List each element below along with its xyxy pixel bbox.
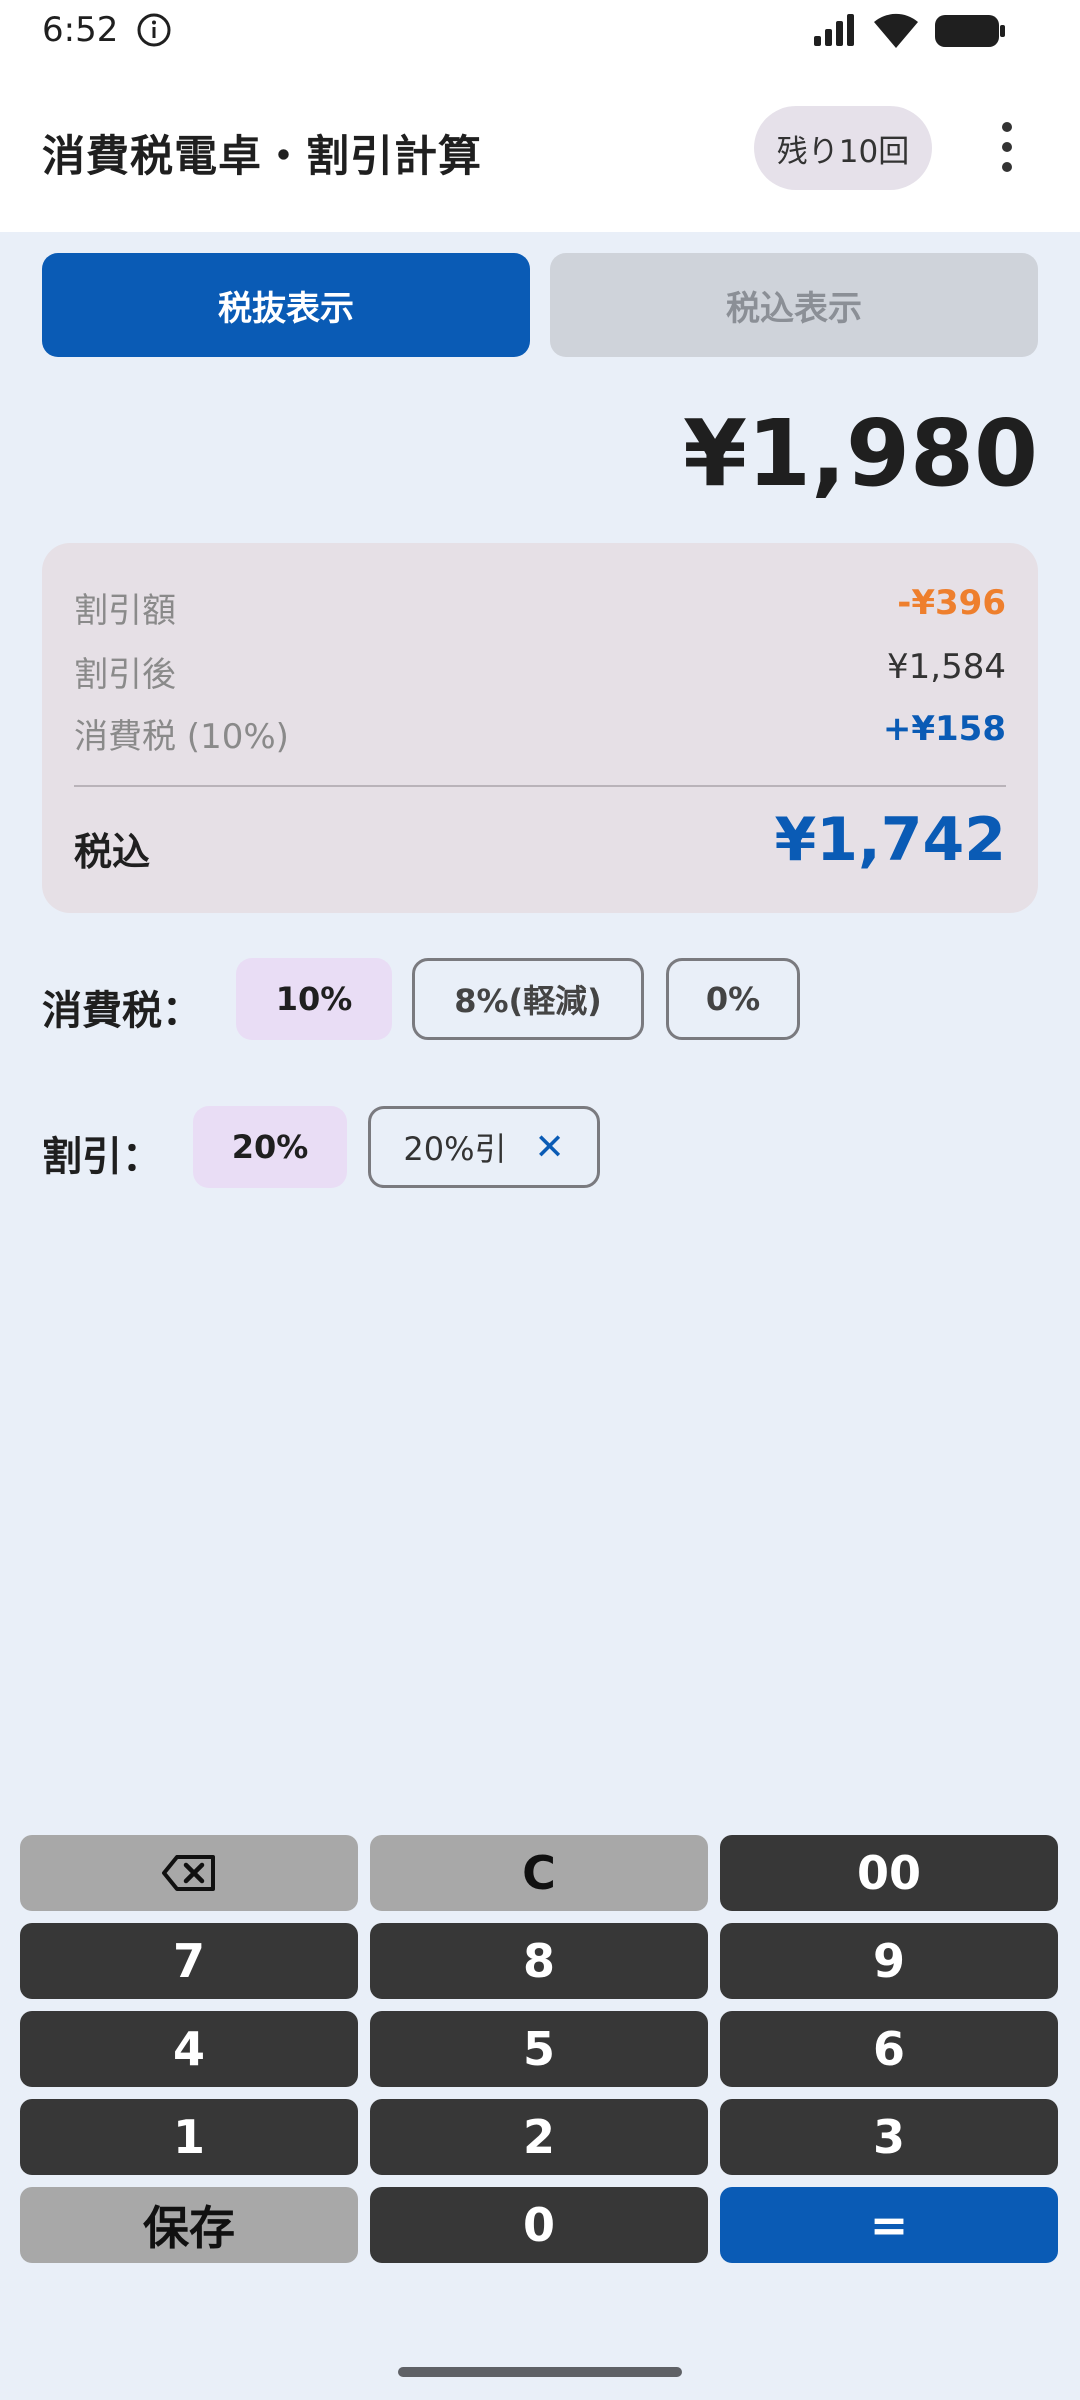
- signal-icon: [814, 14, 854, 46]
- key-3[interactable]: 3: [720, 2099, 1058, 2175]
- total-label: 税込: [74, 830, 151, 874]
- key-4[interactable]: 4: [20, 2011, 358, 2087]
- tax-amount-value: +¥158: [882, 709, 1006, 749]
- tax-rate-chip-0[interactable]: 0%: [666, 958, 800, 1040]
- summary-card: 割引額 -¥396 割引後 ¥1,584 消費税 (10%) +¥158 税込 …: [42, 543, 1038, 913]
- tax-rate-chip-10[interactable]: 10%: [236, 958, 392, 1040]
- applied-discount-label: 20%引: [403, 1130, 507, 1168]
- tax-amount-label: 消費税 (10%): [74, 717, 289, 757]
- key-9[interactable]: 9: [720, 1923, 1058, 1999]
- discount-chip-20[interactable]: 20%: [193, 1106, 347, 1188]
- key-7[interactable]: 7: [20, 1923, 358, 1999]
- battery-icon: [935, 15, 1005, 47]
- key-0[interactable]: 0: [370, 2187, 708, 2263]
- status-bar: 6:52: [0, 0, 1080, 70]
- tax-rate-chip-8-reduced[interactable]: 8%(軽減): [412, 958, 644, 1040]
- tax-rate-label: 消費税：: [42, 988, 202, 1034]
- key-2[interactable]: 2: [370, 2099, 708, 2175]
- discount-amount-label: 割引額: [74, 591, 176, 631]
- wifi-icon: [874, 13, 918, 49]
- status-time: 6:52: [42, 10, 119, 50]
- applied-discount-chip[interactable]: 20%引 ✕: [368, 1106, 600, 1188]
- input-amount-display: ¥1,980: [682, 400, 1038, 507]
- remaining-count-chip[interactable]: 残り10回: [754, 106, 932, 190]
- key-6[interactable]: 6: [720, 2011, 1058, 2087]
- key-8[interactable]: 8: [370, 1923, 708, 1999]
- key-1[interactable]: 1: [20, 2099, 358, 2175]
- after-discount-value: ¥1,584: [887, 647, 1006, 687]
- info-icon: [137, 13, 171, 47]
- close-icon[interactable]: ✕: [534, 1127, 564, 1168]
- after-discount-label: 割引後: [74, 655, 176, 695]
- tax-included-mode-button[interactable]: 税込表示: [550, 253, 1038, 357]
- more-vert-icon[interactable]: [990, 118, 1024, 176]
- total-value: ¥1,742: [774, 805, 1006, 875]
- backspace-icon: [162, 1855, 215, 1891]
- app-bar: 消費税電卓・割引計算 残り10回: [0, 70, 1080, 232]
- save-key[interactable]: 保存: [20, 2187, 358, 2263]
- discount-amount-value: -¥396: [897, 583, 1006, 623]
- key-00[interactable]: 00: [720, 1835, 1058, 1911]
- backspace-key[interactable]: [20, 1835, 358, 1911]
- summary-divider: [74, 785, 1006, 787]
- key-5[interactable]: 5: [370, 2011, 708, 2087]
- clear-key[interactable]: C: [370, 1835, 708, 1911]
- equals-key[interactable]: =: [720, 2187, 1058, 2263]
- home-indicator[interactable]: [398, 2367, 682, 2377]
- app-title: 消費税電卓・割引計算: [42, 132, 482, 182]
- tax-excluded-mode-button[interactable]: 税抜表示: [42, 253, 530, 357]
- discount-label: 割引：: [42, 1134, 162, 1180]
